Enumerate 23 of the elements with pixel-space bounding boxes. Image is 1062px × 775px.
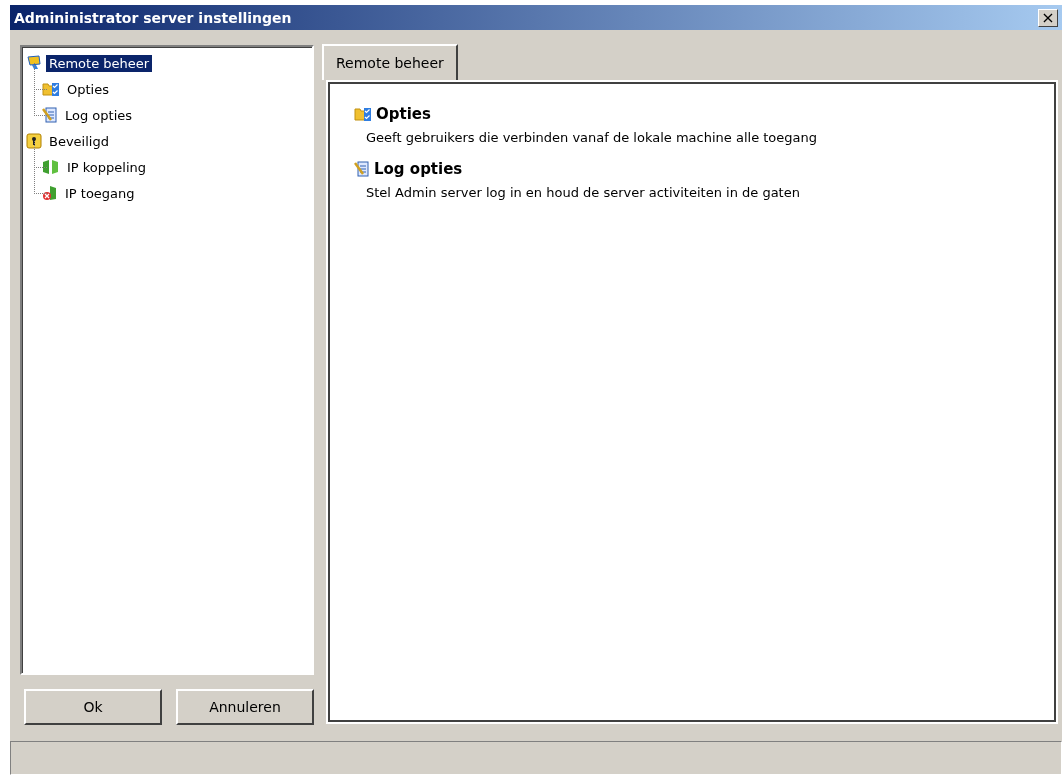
dialog-button[interactable]: Ok — [24, 689, 162, 725]
tree-item[interactable]: Log opties — [62, 106, 136, 124]
section-description: Geeft gebruikers die verbinden vanaf de lokale machine alle toegang — [365, 129, 819, 145]
folder-checklist-icon — [42, 81, 60, 97]
document-wrench-icon — [354, 161, 370, 177]
section-description: Stel Admin server log in en houd de server activiteiten in de gaten — [365, 184, 801, 200]
section-title: Log opties — [374, 160, 463, 178]
monitor-icon — [26, 55, 42, 71]
tab[interactable]: Remote beheer — [322, 44, 458, 80]
tree-item[interactable]: Remote beheer — [46, 54, 153, 72]
window-title: Admininistrator server instellingen — [14, 9, 292, 26]
tree-item[interactable]: Beveiligd — [46, 132, 112, 150]
door-error-icon — [42, 185, 58, 201]
folder-checklist-icon — [354, 106, 372, 122]
document-wrench-icon — [42, 107, 58, 123]
padlock-icon — [26, 133, 42, 149]
dialog-button[interactable]: Annuleren — [176, 689, 314, 725]
tree-item[interactable]: Opties — [64, 80, 112, 98]
tree-item[interactable]: IP koppeling — [64, 158, 150, 176]
door-pair-icon — [42, 159, 60, 175]
close-button[interactable]: × — [1038, 8, 1058, 27]
tree-item[interactable]: IP toegang — [62, 184, 138, 202]
section-title: Opties — [376, 105, 431, 123]
